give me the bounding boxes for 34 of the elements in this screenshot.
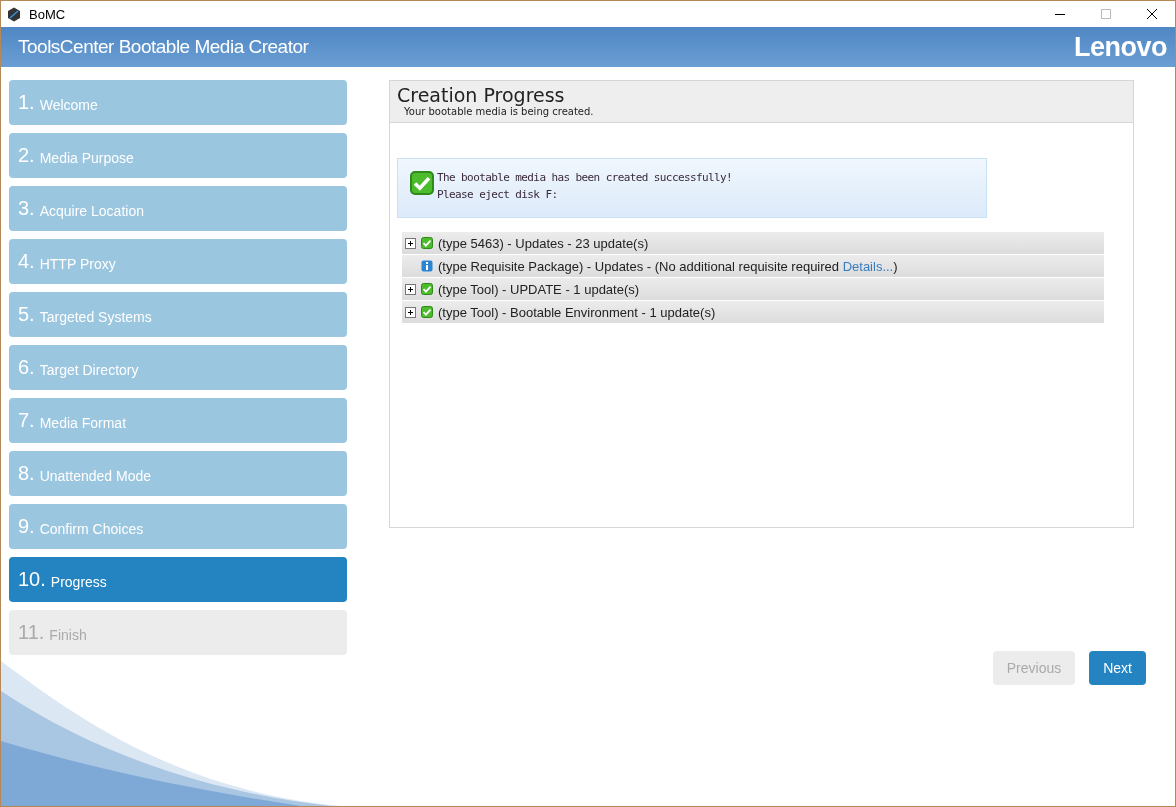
expand-icon[interactable] xyxy=(405,237,416,249)
message-text: Please eject disk F: xyxy=(437,188,559,201)
row-text: (type Tool) - Bootable Environment - 1 update(s) xyxy=(438,304,716,320)
row-text: (type Tool) - UPDATE - 1 update(s) xyxy=(438,281,640,297)
step-item[interactable]: 8. Unattended Mode xyxy=(9,451,347,496)
expand-icon[interactable] xyxy=(405,283,416,295)
step-item[interactable]: 7. Media Format xyxy=(9,398,347,443)
app-icon xyxy=(7,6,21,22)
step-item[interactable]: 1. Welcome xyxy=(9,80,347,125)
nav-button[interactable]: Next xyxy=(1089,651,1146,685)
minimize-icon[interactable] xyxy=(1055,13,1065,15)
step-item[interactable]: 5. Targeted Systems xyxy=(9,292,347,337)
step-item[interactable]: 3. Acquire Location xyxy=(9,186,347,231)
panel-title: Creation Progress xyxy=(397,84,565,106)
info-icon xyxy=(421,260,433,272)
check-icon xyxy=(421,237,433,249)
message-text: The bootable media has been created successfully! xyxy=(437,171,733,184)
close-icon[interactable] xyxy=(1147,9,1157,19)
check-icon xyxy=(421,306,433,318)
check-icon xyxy=(421,283,433,295)
logo: Lenovo xyxy=(1074,31,1167,63)
row-text: (type 5463) - Updates - 23 update(s) xyxy=(438,235,649,251)
success-check-icon xyxy=(410,171,434,195)
window-title: BoMC xyxy=(29,6,66,22)
details-link[interactable]: Details... xyxy=(842,258,894,274)
panel-subtitle: Your bootable media is being created. xyxy=(404,106,595,117)
step-item[interactable]: 9. Confirm Choices xyxy=(9,504,347,549)
row-text: (type Requisite Package) - Updates - (No additional requisite required Details...) xyxy=(438,258,898,274)
step-item[interactable]: 10. Progress xyxy=(9,557,347,602)
step-item[interactable]: 2. Media Purpose xyxy=(9,133,347,178)
app-title: ToolsCenter Bootable Media Creator xyxy=(18,36,309,58)
step-item[interactable]: 6. Target Directory xyxy=(9,345,347,390)
expand-icon[interactable] xyxy=(405,306,416,318)
step-item[interactable]: 4. HTTP Proxy xyxy=(9,239,347,284)
